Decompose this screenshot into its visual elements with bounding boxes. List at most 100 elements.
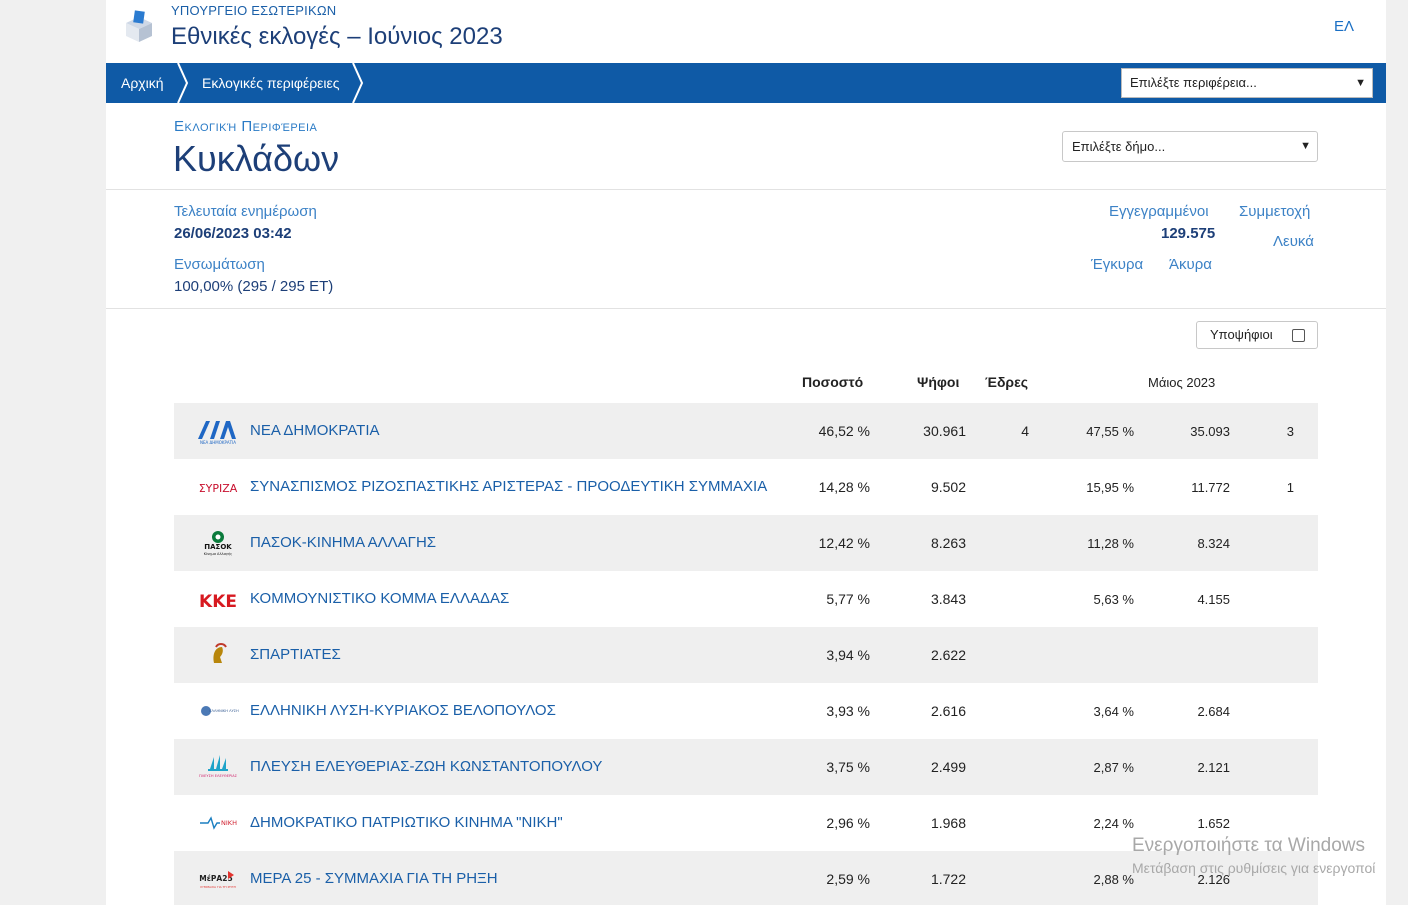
last-update-label: Τελευταία ενημέρωση <box>174 203 317 220</box>
may-pct-value: 11,28 % <box>1087 536 1134 551</box>
nd-logo: ΝΕΑ ΔΗΜΟΚΡΑΤΙΑ <box>198 421 236 445</box>
votes-value: 2.622 <box>930 647 966 663</box>
pct-value: 3,93 % <box>826 703 870 719</box>
party-name[interactable]: ΕΛΛΗΝΙΚΗ ΛΥΣΗ-ΚΥΡΙΑΚΟΣ ΒΕΛΟΠΟΥΛΟΣ <box>250 702 556 719</box>
valid-label: Έγκυρα <box>1091 256 1144 273</box>
breadcrumb-home[interactable]: Αρχική <box>121 63 164 103</box>
votes-value: 2.616 <box>930 703 966 719</box>
party-name[interactable]: ΠΑΣΟΚ-ΚΙΝΗΜΑ ΑΛΛΑΓΗΣ <box>250 534 436 551</box>
syriza-logo: ΣΥΡΙΖΑ <box>199 482 238 495</box>
votes-value: 1.968 <box>930 815 966 831</box>
nd-logo-caption: ΝΕΑ ΔΗΜΟΚΡΑΤΙΑ <box>200 440 236 445</box>
pasok-logo-caption: Κίνημα Αλλαγής <box>204 552 233 556</box>
elliniki-lysi-logo: ΕΛΛΗΝΙΚΗ ΛΥΣΗ <box>201 706 239 716</box>
column-header-may-2023: Μάιος 2023 <box>1148 375 1216 390</box>
mera25-logo-caption: ΣΥΜΜΑΧΙΑ ΓΙΑ ΤΗ ΡΗΞΗ <box>200 885 236 889</box>
windows-activation-subtitle: Μετάβαση στις ρυθμίσεις για ενεργοποί <box>1132 860 1376 876</box>
table-row[interactable]: ΠΛΕΥΣΗ ΕΛΕΥΘΕΡΙΑΣ ΠΛΕΥΣΗ ΕΛΕΥΘΕΡΙΑΣ-ΖΩΗ … <box>174 739 1318 795</box>
may-pct-value: 15,95 % <box>1086 480 1134 495</box>
party-name[interactable]: ΣΠΑΡΤΙΑΤΕΣ <box>250 646 341 663</box>
plefsi-logo-text: ΠΛΕΥΣΗ ΕΛΕΥΘΕΡΙΑΣ <box>199 774 238 778</box>
region-select[interactable]: Επιλέξτε περιφέρεια... ▼ <box>1121 68 1373 98</box>
chevron-down-icon: ▼ <box>1355 77 1366 89</box>
mera25-logo: ΜέΡΑ25 ΣΥΜΜΑΧΙΑ ΓΙΑ ΤΗ ΡΗΞΗ <box>199 871 236 889</box>
table-row[interactable]: ΚΚΕ ΚΟΜΜΟΥΝΙΣΤΙΚΟ ΚΟΜΜΑ ΕΛΛΑΔΑΣ 5,77 % 3… <box>174 571 1318 627</box>
table-row[interactable]: ΝΕΑ ΔΗΜΟΚΡΑΤΙΑ ΝΕΑ ΔΗΜΟΚΡΑΤΙΑ 46,52 % 30… <box>174 403 1318 459</box>
votes-value: 8.263 <box>930 535 966 551</box>
breadcrumb-regions[interactable]: Εκλογικές περιφέρειες <box>202 63 340 103</box>
may-votes-value: 2.121 <box>1197 760 1230 775</box>
may-pct-value: 2,87 % <box>1093 760 1134 775</box>
region-label: Εκλογική Περιφέρεια <box>174 118 318 135</box>
votes-value: 9.502 <box>930 479 966 495</box>
ministry-name: ΥΠΟΥΡΓΕΙΟ ΕΣΩΤΕΡΙΚΩΝ <box>171 3 337 18</box>
party-name[interactable]: ΚΟΜΜΟΥΝΙΣΤΙΚΟ ΚΟΜΜΑ ΕΛΛΑΔΑΣ <box>250 590 509 607</box>
candidates-checkbox[interactable] <box>1292 329 1305 342</box>
page: ΥΠΟΥΡΓΕΙΟ ΕΣΩΤΕΡΙΚΩΝ Εθνικές εκλογές – Ι… <box>106 0 1386 905</box>
pasok-logo-text: ΠΑΣΟΚ <box>204 543 232 551</box>
pct-value: 5,77 % <box>826 591 870 607</box>
mera25-logo-text: ΜέΡΑ25 <box>199 874 232 883</box>
chevron-down-icon: ▼ <box>1300 140 1311 152</box>
table-row[interactable]: ΣΠΑΡΤΙΑΤΕΣ 3,94 % 2.622 <box>174 627 1318 683</box>
region-name: Κυκλάδων <box>173 138 340 179</box>
column-header-pct: Ποσοστό <box>802 374 864 390</box>
party-name[interactable]: ΜΕΡΑ 25 - ΣΥΜΜΑΧΙΑ ΓΙΑ ΤΗ ΡΗΞΗ <box>250 870 498 887</box>
votes-value: 2.499 <box>930 759 966 775</box>
registered-label: Εγγεγραμμένοι <box>1109 203 1209 220</box>
plefsi-logo: ΠΛΕΥΣΗ ΕΛΕΥΘΕΡΙΑΣ <box>199 755 238 778</box>
elliniki-lysi-logo-text: ΕΛΛΗΝΙΚΗ ΛΥΣΗ <box>209 709 239 713</box>
ballot-box-icon <box>126 10 152 42</box>
may-votes-value: 2.684 <box>1197 704 1230 719</box>
may-pct-value: 47,55 % <box>1086 424 1134 439</box>
last-update-value: 26/06/2023 03:42 <box>174 225 292 242</box>
municipality-select[interactable]: Επιλέξτε δήμο... ▼ <box>1062 131 1318 162</box>
table-row[interactable]: ΠΑΣΟΚ Κίνημα Αλλαγής ΠΑΣΟΚ-ΚΙΝΗΜΑ ΑΛΛΑΓΗ… <box>174 515 1318 571</box>
pct-value: 2,96 % <box>826 815 870 831</box>
divider <box>106 308 1386 309</box>
may-votes-value: 11.772 <box>1191 480 1230 495</box>
site-header: ΥΠΟΥΡΓΕΙΟ ΕΣΩΤΕΡΙΚΩΝ Εθνικές εκλογές – Ι… <box>106 0 1386 63</box>
column-header-votes: Ψήφοι <box>917 374 960 390</box>
seats-value: 4 <box>1021 423 1029 439</box>
votes-value: 1.722 <box>930 871 966 887</box>
pct-value: 12,42 % <box>818 535 870 551</box>
language-switch[interactable]: ΕΛ <box>1334 18 1354 35</box>
chevron-right-icon <box>177 63 189 103</box>
may-pct-value: 2,88 % <box>1093 872 1134 887</box>
table-row[interactable]: ΣΥΡΙΖΑ ΣΥΝΑΣΠΙΣΜΟΣ ΡΙΖΟΣΠΑΣΤΙΚΗΣ ΑΡΙΣΤΕΡ… <box>174 459 1318 515</box>
app-title[interactable]: Εθνικές εκλογές – Ιούνιος 2023 <box>171 23 503 51</box>
column-header-seats: Έδρες <box>985 374 1029 390</box>
may-pct-value: 2,24 % <box>1093 816 1134 831</box>
region-select-value: Επιλέξτε περιφέρεια... <box>1130 75 1257 90</box>
may-votes-value: 1.652 <box>1197 816 1230 831</box>
party-name[interactable]: ΔΗΜΟΚΡΑΤΙΚΟ ΠΑΤΡΙΩΤΙΚΟ ΚΙΝΗΜΑ "ΝΙΚΗ" <box>250 814 563 831</box>
party-name[interactable]: ΣΥΝΑΣΠΙΣΜΟΣ ΡΙΖΟΣΠΑΣΤΙΚΗΣ ΑΡΙΣΤΕΡΑΣ - ΠΡ… <box>250 478 767 495</box>
pasok-logo: ΠΑΣΟΚ Κίνημα Αλλαγής <box>204 531 233 556</box>
may-pct-value: 3,64 % <box>1093 704 1134 719</box>
pct-value: 2,59 % <box>826 871 870 887</box>
niki-logo-text: ΝΙΚΗ <box>221 819 237 827</box>
kke-logo: ΚΚΕ <box>199 587 237 612</box>
party-name[interactable]: ΠΛΕΥΣΗ ΕΛΕΥΘΕΡΙΑΣ-ΖΩΗ ΚΩΝΣΤΑΝΤΟΠΟΥΛΟΥ <box>250 758 602 775</box>
integration-value: 100,00% (295 / 295 ΕΤ) <box>174 278 334 295</box>
table-row[interactable]: ΕΛΛΗΝΙΚΗ ΛΥΣΗ ΕΛΛΗΝΙΚΗ ΛΥΣΗ-ΚΥΡΙΑΚΟΣ ΒΕΛ… <box>174 683 1318 739</box>
registered-value: 129.575 <box>1161 225 1216 242</box>
chevron-right-icon <box>352 63 364 103</box>
turnout-label: Συμμετοχή <box>1239 203 1311 220</box>
may-pct-value: 5,63 % <box>1093 592 1134 607</box>
integration-label: Ενσωμάτωση <box>174 256 265 273</box>
invalid-label: Άκυρα <box>1169 256 1212 273</box>
party-name[interactable]: ΝΕΑ ΔΗΜΟΚΡΑΤΙΑ <box>250 422 380 439</box>
candidates-toggle[interactable]: Υποψήφιοι <box>1196 321 1318 349</box>
blank-label: Λευκά <box>1273 233 1314 250</box>
divider <box>106 189 1386 190</box>
votes-value: 3.843 <box>930 591 966 607</box>
windows-activation-title: Ενεργοποιήστε τα Windows <box>1132 835 1366 856</box>
votes-value: 30.961 <box>923 423 966 439</box>
breadcrumb: Αρχική Εκλογικές περιφέρειες Επιλέξτε πε… <box>106 63 1386 103</box>
syriza-logo-text: ΣΥΡΙΖΑ <box>199 482 238 495</box>
kke-logo-text: ΚΚΕ <box>199 592 237 612</box>
may-seats-value: 3 <box>1286 424 1294 439</box>
may-votes-value: 4.155 <box>1197 592 1230 607</box>
